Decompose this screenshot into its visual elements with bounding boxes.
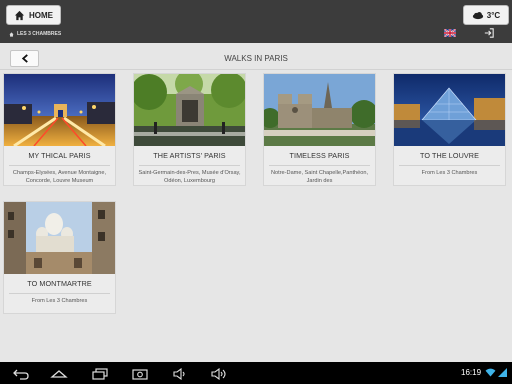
home-button[interactable]: HOME (6, 5, 61, 25)
walk-card-to-the-louvre[interactable]: TO THE LOUVRE From Les 3 Chambres (393, 73, 506, 186)
walk-card-timeless-paris[interactable]: TIMELESS PARIS Notre-Dame, Saint Chapell… (263, 73, 376, 186)
card-description: Saint-Germain-des-Pres, Musée d'Orsay, O… (138, 170, 241, 184)
temperature-label: 3°C (486, 10, 501, 20)
breadcrumb[interactable]: LES 3 CHAMBRES (9, 31, 61, 37)
card-description: From Les 3 Chambres (421, 170, 478, 176)
wifi-icon (485, 368, 496, 377)
card-image-notre-dame (264, 74, 375, 146)
home-icon[interactable] (50, 367, 68, 379)
system-navigation-bar: 16:19 (0, 362, 512, 384)
breadcrumb-label: LES 3 CHAMBRES (17, 31, 62, 37)
walk-card-artists-paris[interactable]: THE ARTISTS' PARIS Saint-Germain-des-Pre… (133, 73, 246, 186)
walk-card-mythical-paris[interactable]: MY THICAL PARIS Champs-Elysées, Avenue M… (3, 73, 116, 186)
card-image-arc-de-triomphe (4, 74, 115, 146)
card-description: Notre-Dame, Saint Chapelle,Panthéon, Jar… (270, 170, 368, 184)
volume-up-icon[interactable] (210, 367, 228, 381)
page-title: WALKS IN PARIS (224, 54, 288, 63)
card-description: From Les 3 Chambres (31, 298, 88, 304)
divider (0, 69, 512, 70)
uk-flag-icon[interactable] (444, 29, 456, 37)
card-title: MY THICAL PARIS (28, 151, 91, 160)
signal-icon (498, 368, 507, 377)
card-image-sacre-coeur (4, 202, 115, 274)
card-description: Champs-Elysées, Avenue Montaigne, Concor… (12, 170, 107, 184)
walk-card-to-montmartre[interactable]: TO MONTMARTRE From Les 3 Chambres (3, 201, 116, 314)
card-title: THE ARTISTS' PARIS (153, 151, 226, 160)
cloud-icon (472, 11, 483, 19)
back-icon[interactable] (12, 367, 30, 380)
weather-button[interactable]: 3°C (463, 5, 509, 25)
card-image-louvre-pyramid (394, 74, 505, 146)
card-title: TO MONTMARTRE (27, 279, 92, 288)
volume-down-icon[interactable] (172, 367, 188, 381)
home-button-label: HOME (29, 10, 53, 20)
top-bar: HOME 3°C LES 3 CHAMBRES (0, 0, 512, 43)
card-title: TIMELESS PARIS (289, 151, 350, 160)
status-clock: 16:19 (461, 368, 482, 377)
home-icon (9, 31, 14, 37)
home-icon (14, 10, 25, 20)
screenshot-icon[interactable] (132, 367, 148, 380)
card-image-medici-fountain (134, 74, 245, 146)
recent-apps-icon[interactable] (92, 367, 108, 380)
card-title: TO THE LOUVRE (420, 151, 479, 160)
login-icon[interactable] (484, 28, 494, 38)
